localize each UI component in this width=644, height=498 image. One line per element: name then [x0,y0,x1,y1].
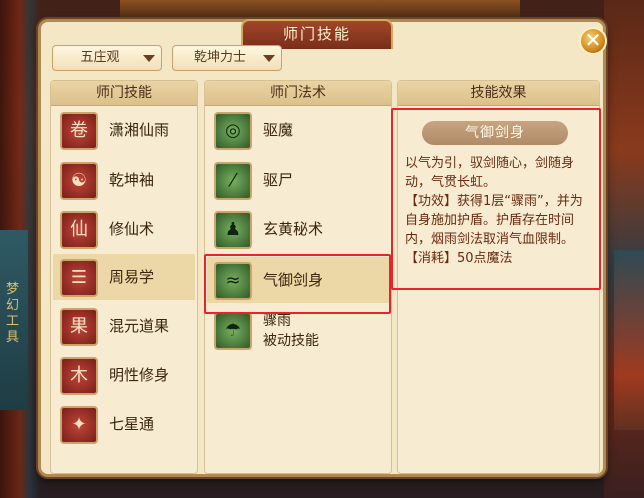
sect-dropdown-value: 五庄观 [80,50,120,65]
skill-label: 潇湘仙雨 [109,121,170,139]
chevron-down-icon [263,55,275,62]
skill-label: 混元道果 [109,317,170,335]
spell-label: 玄黄秘术 [263,220,324,238]
school-dropdown[interactable]: 乾坤力士 [172,45,282,71]
fruit-icon: 果 [60,308,98,346]
skill-item-selected[interactable]: ☰ 周易学 [53,254,195,300]
background-sign-text: 梦幻工具 [6,282,20,345]
background-arch [120,0,520,20]
gourd-icon: ◎ [214,112,252,150]
skill-item[interactable]: 仙 修仙术 [53,206,195,252]
spell-label: 骤雨 [263,313,291,329]
skill-label: 周易学 [109,268,155,286]
rain-icon: ☂ [214,312,252,350]
skill-label: 明性修身 [109,366,170,384]
spell-sublabel: 被动技能 [263,333,319,349]
skill-item[interactable]: 卷 潇湘仙雨 [53,107,195,153]
skill-item[interactable]: 果 混元道果 [53,303,195,349]
spells-column-header: 师门法术 [205,81,391,106]
skills-column: 师门技能 卷 潇湘仙雨 ☯ 乾坤袖 仙 修仙术 ☰ 周易学 果 混元道果 木 明… [50,80,198,474]
skills-column-header: 师门技能 [51,81,197,106]
close-icon: ✕ [584,28,602,52]
skill-item[interactable]: ✦ 七星通 [53,401,195,447]
spell-item[interactable]: ◎ 驱魔 [207,107,389,153]
skill-item[interactable]: ☯ 乾坤袖 [53,157,195,203]
sect-dropdown[interactable]: 五庄观 [52,45,162,71]
spell-label: 驱魔 [263,121,294,139]
bagua-icon: ☰ [60,259,98,297]
close-button[interactable]: ✕ [579,27,607,55]
scroll-icon: 卷 [60,112,98,150]
spell-highlight-box [204,254,391,314]
background-right-pillar [614,250,644,430]
skill-label: 修仙术 [109,220,155,238]
effect-column-header: 技能效果 [398,81,599,106]
tree-icon: 木 [60,357,98,395]
skill-item[interactable]: 木 明性修身 [53,352,195,398]
skill-label: 七星通 [109,415,155,433]
chevron-down-icon [143,55,155,62]
skill-label: 乾坤袖 [109,171,155,189]
stars-icon: ✦ [60,406,98,444]
immortal-figure-icon: 仙 [60,211,98,249]
school-dropdown-value: 乾坤力士 [193,50,246,65]
meditation-icon: ♟ [214,211,252,249]
yinyang-icon: ☯ [60,162,98,200]
spell-label: 驱尸 [263,171,294,189]
spell-item[interactable]: ♟ 玄黄秘术 [207,206,389,252]
whisk-icon: ⁄ [214,162,252,200]
spell-item[interactable]: ⁄ 驱尸 [207,157,389,203]
effect-highlight-box [391,108,601,290]
